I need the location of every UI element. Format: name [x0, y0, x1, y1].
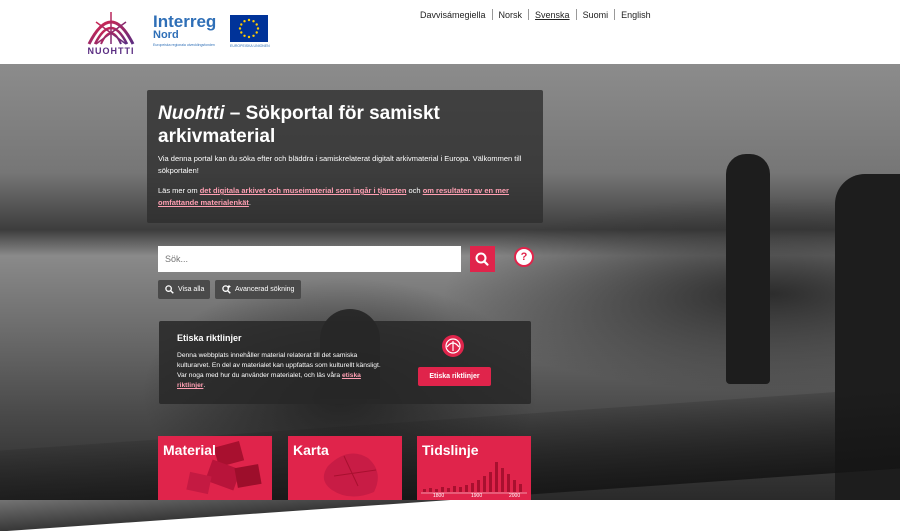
intro-prefix: Läs mer om: [158, 186, 200, 195]
nuohtti-logo[interactable]: NUOHTTI: [86, 8, 136, 58]
ethics-body-end: .: [203, 382, 206, 389]
ethics-guidelines-button[interactable]: Etiska riktlinjer: [418, 367, 491, 386]
lang-no[interactable]: Norsk: [493, 10, 529, 20]
ethics-panel: Etiska riktlinjer Denna webbplats innehå…: [159, 321, 531, 404]
interreg-logo: Interreg Nord Europeiska regionala utvec…: [152, 12, 272, 52]
ethics-title: Etiska riktlinjer: [177, 333, 242, 343]
advanced-search-button[interactable]: Avancerad sökning: [215, 280, 301, 299]
timeline-tick-1900: 1900: [471, 493, 483, 499]
search-icon: [165, 285, 174, 294]
eu-label: EUROPEISKA UNIONEN: [230, 44, 270, 48]
intro-mid: och: [406, 186, 423, 195]
card-timeline-title: Tidslinje: [422, 442, 479, 458]
intro-panel: Nuohtti – Sökportal för samiskt arkivmat…: [147, 90, 543, 223]
page-title-em: Nuohtti: [158, 103, 225, 124]
card-material-title: Material: [163, 442, 216, 458]
search-icon: [475, 252, 489, 266]
advanced-search-label: Avancerad sökning: [235, 286, 295, 293]
eu-flag-icon: [230, 15, 268, 42]
nuohtti-logo-text: NUOHTTI: [87, 46, 135, 56]
help-button[interactable]: ?: [514, 247, 534, 267]
lang-en[interactable]: English: [615, 10, 657, 20]
ethics-text: Denna webbplats innehåller material rela…: [177, 351, 387, 391]
timeline-tick-1800: 1800: [433, 493, 445, 499]
site-header: NUOHTTI Interreg Nord Europeiska regiona…: [0, 0, 900, 64]
photo-figure-fisherman: [726, 154, 770, 384]
lang-sme[interactable]: Davvisámegiella: [414, 10, 492, 20]
search-input[interactable]: [158, 246, 461, 272]
search-bar: [158, 246, 495, 272]
language-switcher: Davvisámegiella Norsk Svenska Suomi Engl…: [414, 9, 657, 20]
card-map-title: Karta: [293, 442, 329, 458]
lang-sv[interactable]: Svenska: [529, 10, 576, 20]
intro-suffix: .: [248, 198, 251, 207]
lang-fi[interactable]: Suomi: [577, 10, 615, 20]
nuohtti-logo-icon: [87, 12, 135, 45]
card-timeline[interactable]: Tidslinje 1800 1900 2000: [417, 436, 531, 500]
card-map[interactable]: Karta: [288, 436, 402, 500]
intro-links-text: Läs mer om det digitala arkivet och muse…: [158, 185, 528, 209]
search-plus-icon: [222, 285, 231, 294]
search-button[interactable]: [470, 246, 495, 272]
show-all-label: Visa alla: [178, 286, 205, 293]
show-all-button[interactable]: Visa alla: [158, 280, 210, 299]
interreg-subtitle: Nord: [153, 29, 179, 41]
card-material[interactable]: Material: [158, 436, 272, 500]
interreg-tagline: Europeiska regionala utvecklingsfonden: [153, 43, 215, 47]
archive-info-link[interactable]: det digitala arkivet och museimaterial s…: [200, 186, 407, 195]
ethics-emblem-icon: [442, 335, 464, 357]
page-title: Nuohtti – Sökportal för samiskt arkivmat…: [158, 102, 528, 148]
timeline-tick-2000: 2000: [509, 493, 521, 499]
question-icon: ?: [520, 251, 528, 263]
intro-text: Via denna portal kan du söka efter och b…: [158, 154, 522, 175]
